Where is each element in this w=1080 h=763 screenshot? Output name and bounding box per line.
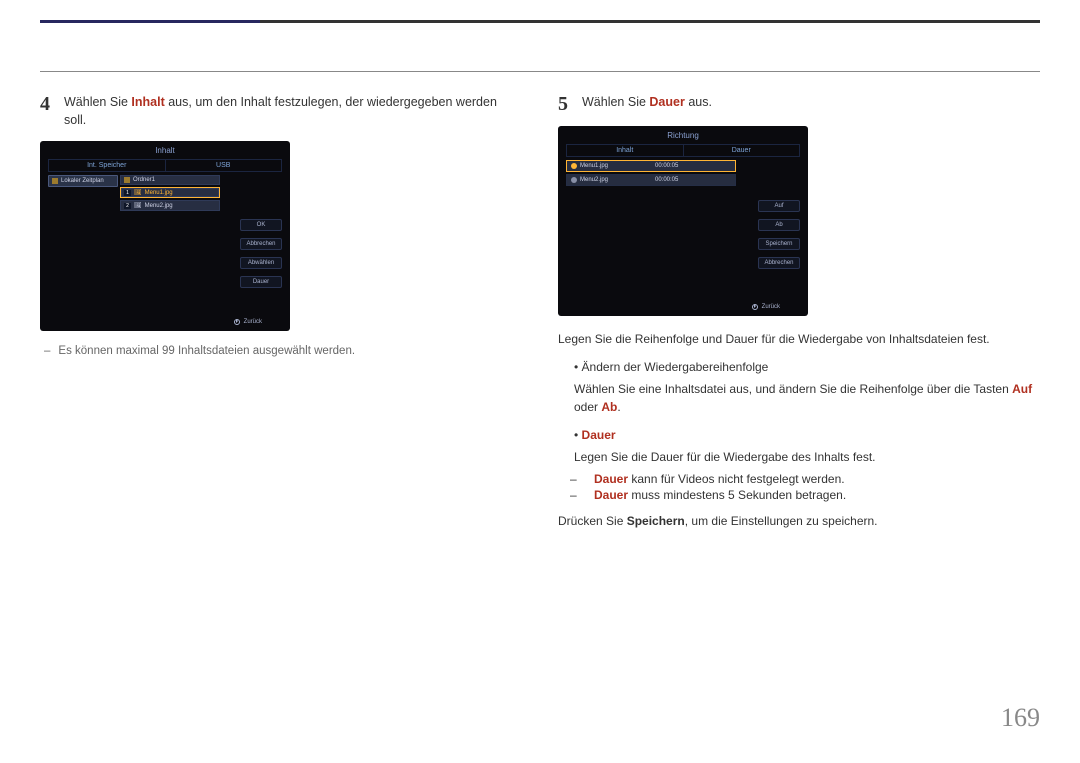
index-badge: 1 bbox=[124, 190, 131, 196]
tab-usb[interactable]: USB bbox=[166, 160, 282, 171]
footnote: – Es können maximal 99 Inhaltsdateien au… bbox=[44, 345, 522, 357]
screen-title: Richtung bbox=[558, 126, 808, 140]
cell-name: Menu2.jpg bbox=[580, 177, 608, 183]
paragraph: Drücken Sie Speichern, um die Einstellun… bbox=[558, 512, 1040, 530]
deselect-button[interactable]: Abwählen bbox=[240, 257, 282, 269]
screenshot-richtung: Richtung Inhalt Dauer Menu1.jpg 00:00:05… bbox=[558, 126, 808, 316]
text: oder bbox=[574, 400, 601, 414]
text: kann für Videos nicht festgelegt werden. bbox=[628, 472, 845, 486]
return-hint: Zurück bbox=[234, 319, 262, 325]
divider bbox=[40, 71, 1040, 72]
dauer-button[interactable]: Dauer bbox=[240, 276, 282, 288]
folder-icon bbox=[124, 177, 130, 183]
list-item[interactable]: 1🖼Menu1.jpg bbox=[120, 187, 220, 198]
tab-int-speicher[interactable]: Int. Speicher bbox=[49, 160, 166, 171]
bullet: Ändern der Wiedergabereihenfolge bbox=[574, 358, 1040, 376]
paragraph: Wählen Sie eine Inhaltsdatei aus, und än… bbox=[574, 380, 1040, 416]
keyword: Dauer bbox=[649, 95, 684, 109]
list-item[interactable]: Ordner1 bbox=[120, 175, 220, 185]
list-item[interactable]: 2🖼Menu2.jpg bbox=[120, 200, 220, 211]
page-number: 169 bbox=[1001, 703, 1040, 733]
item-label: Lokaler Zeitplan bbox=[61, 178, 104, 184]
up-button[interactable]: Auf bbox=[758, 200, 800, 212]
bullet: Dauer bbox=[574, 426, 1040, 444]
cancel-button[interactable]: Abbrechen bbox=[240, 238, 282, 250]
down-button[interactable]: Ab bbox=[758, 219, 800, 231]
return-icon bbox=[234, 319, 240, 325]
dot-icon bbox=[571, 163, 577, 169]
right-column: 5 Wählen Sie Dauer aus. Richtung Inhalt … bbox=[558, 94, 1040, 540]
text: muss mindestens 5 Sekunden betragen. bbox=[628, 488, 846, 502]
text: Drücken Sie bbox=[558, 514, 627, 528]
dash: – bbox=[44, 345, 50, 357]
item-label: Ordner1 bbox=[133, 177, 155, 183]
text: Wählen Sie eine Inhaltsdatei aus, und än… bbox=[574, 382, 1012, 396]
list-item[interactable]: Lokaler Zeitplan bbox=[48, 175, 118, 187]
keyword: Ab bbox=[601, 400, 617, 414]
screen-title: Inhalt bbox=[40, 141, 290, 155]
paragraph: Legen Sie die Dauer für die Wiedergabe d… bbox=[574, 448, 1040, 466]
item-label: Menu2.jpg bbox=[145, 203, 173, 209]
keyword: Speichern bbox=[627, 514, 685, 528]
tab-dauer[interactable]: Dauer bbox=[684, 145, 800, 156]
index-badge: 2 bbox=[124, 203, 131, 209]
bullet-title: Dauer bbox=[582, 428, 616, 442]
text: , um die Einstellungen zu speichern. bbox=[685, 514, 878, 528]
cell-dur: 00:00:05 bbox=[651, 161, 735, 171]
ok-button[interactable]: OK bbox=[240, 219, 282, 231]
table-row[interactable]: Menu1.jpg 00:00:05 bbox=[566, 160, 736, 172]
cell-dur: 00:00:05 bbox=[651, 175, 735, 185]
return-label: Zurück bbox=[762, 304, 780, 310]
bullet-title: Ändern der Wiedergabereihenfolge bbox=[582, 360, 769, 374]
keyword: Dauer bbox=[594, 488, 628, 502]
item-label: Menu1.jpg bbox=[145, 190, 173, 196]
text: Wählen Sie bbox=[64, 95, 131, 109]
sub-bullet: Dauer muss mindestens 5 Sekunden betrage… bbox=[594, 488, 1040, 502]
folder-icon bbox=[52, 178, 58, 184]
step-number: 4 bbox=[40, 94, 50, 114]
cell-name: Menu1.jpg bbox=[580, 163, 608, 169]
return-icon bbox=[752, 304, 758, 310]
tab-inhalt[interactable]: Inhalt bbox=[567, 145, 684, 156]
footnote-text: Es können maximal 99 Inhaltsdateien ausg… bbox=[58, 345, 355, 357]
sub-bullet: Dauer kann für Videos nicht festgelegt w… bbox=[594, 472, 1040, 486]
text: Wählen Sie bbox=[582, 95, 649, 109]
table-row[interactable]: Menu2.jpg 00:00:05 bbox=[566, 174, 736, 186]
text: . bbox=[617, 400, 620, 414]
cancel-button[interactable]: Abbrechen bbox=[758, 257, 800, 269]
step-text: Wählen Sie Dauer aus. bbox=[582, 94, 712, 112]
step-text: Wählen Sie Inhalt aus, um den Inhalt fes… bbox=[64, 94, 522, 129]
step-number: 5 bbox=[558, 94, 568, 114]
keyword: Inhalt bbox=[131, 95, 164, 109]
screenshot-inhalt: Inhalt Int. Speicher USB Lokaler Zeitpla… bbox=[40, 141, 290, 331]
return-label: Zurück bbox=[244, 319, 262, 325]
return-hint: Zurück bbox=[752, 304, 780, 310]
save-button[interactable]: Speichern bbox=[758, 238, 800, 250]
left-column: 4 Wählen Sie Inhalt aus, um den Inhalt f… bbox=[40, 94, 522, 540]
paragraph: Legen Sie die Reihenfolge und Dauer für … bbox=[558, 330, 1040, 348]
keyword: Dauer bbox=[594, 472, 628, 486]
dot-icon bbox=[571, 177, 577, 183]
text: aus. bbox=[685, 95, 712, 109]
keyword: Auf bbox=[1012, 382, 1032, 396]
